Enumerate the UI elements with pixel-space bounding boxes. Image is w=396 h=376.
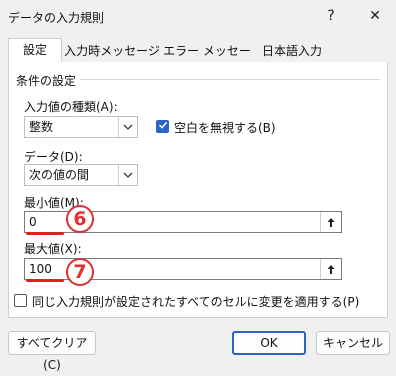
group-divider bbox=[80, 79, 380, 80]
tab-input-message[interactable]: 入力時メッセージ bbox=[64, 40, 160, 62]
tab-japanese-input[interactable]: 日本語入力 bbox=[254, 40, 330, 62]
marker-6-badge: 6 bbox=[66, 205, 94, 233]
ignore-blank-label[interactable]: 空白を無視する(B) bbox=[174, 119, 276, 136]
data-label: データ(D): bbox=[24, 150, 83, 164]
help-button[interactable]: ? bbox=[320, 6, 342, 26]
tab-settings[interactable]: 設定 bbox=[8, 38, 62, 63]
allow-select[interactable]: 整数 bbox=[24, 116, 138, 138]
allow-select-value: 整数 bbox=[29, 120, 54, 134]
apply-all-label[interactable]: 同じ入力規則が設定されたすべてのセルに変更を適用する(P) bbox=[32, 293, 359, 310]
max-label: 最大値(X): bbox=[24, 242, 82, 256]
allow-label: 入力値の種類(A): bbox=[24, 100, 118, 114]
apply-all-checkbox[interactable] bbox=[14, 294, 27, 307]
ok-button[interactable]: OK bbox=[232, 331, 306, 355]
clear-all-button[interactable]: すべてクリア(C) bbox=[8, 331, 96, 372]
data-select[interactable]: 次の値の間 bbox=[24, 164, 138, 186]
close-button[interactable]: ✕ bbox=[364, 6, 386, 26]
chevron-down-icon[interactable] bbox=[118, 165, 137, 185]
ignore-blank-checkbox[interactable] bbox=[156, 120, 169, 133]
min-underline-highlight bbox=[26, 232, 64, 235]
max-input-value: 100 bbox=[29, 262, 52, 276]
range-select-icon[interactable] bbox=[320, 212, 341, 232]
min-input-value: 0 bbox=[29, 215, 37, 229]
tab-error-message[interactable]: エラー メッセージ bbox=[162, 40, 252, 80]
data-select-value: 次の値の間 bbox=[29, 168, 90, 182]
marker-7-badge: 7 bbox=[66, 258, 94, 286]
range-select-icon[interactable] bbox=[320, 259, 341, 279]
chevron-down-icon[interactable] bbox=[118, 117, 137, 137]
check-icon bbox=[158, 121, 167, 129]
window-title: データの入力規則 bbox=[8, 11, 105, 25]
conditions-group-label: 条件の設定 bbox=[16, 74, 77, 88]
max-underline-highlight bbox=[26, 279, 64, 282]
cancel-button[interactable]: キャンセル bbox=[316, 331, 390, 355]
